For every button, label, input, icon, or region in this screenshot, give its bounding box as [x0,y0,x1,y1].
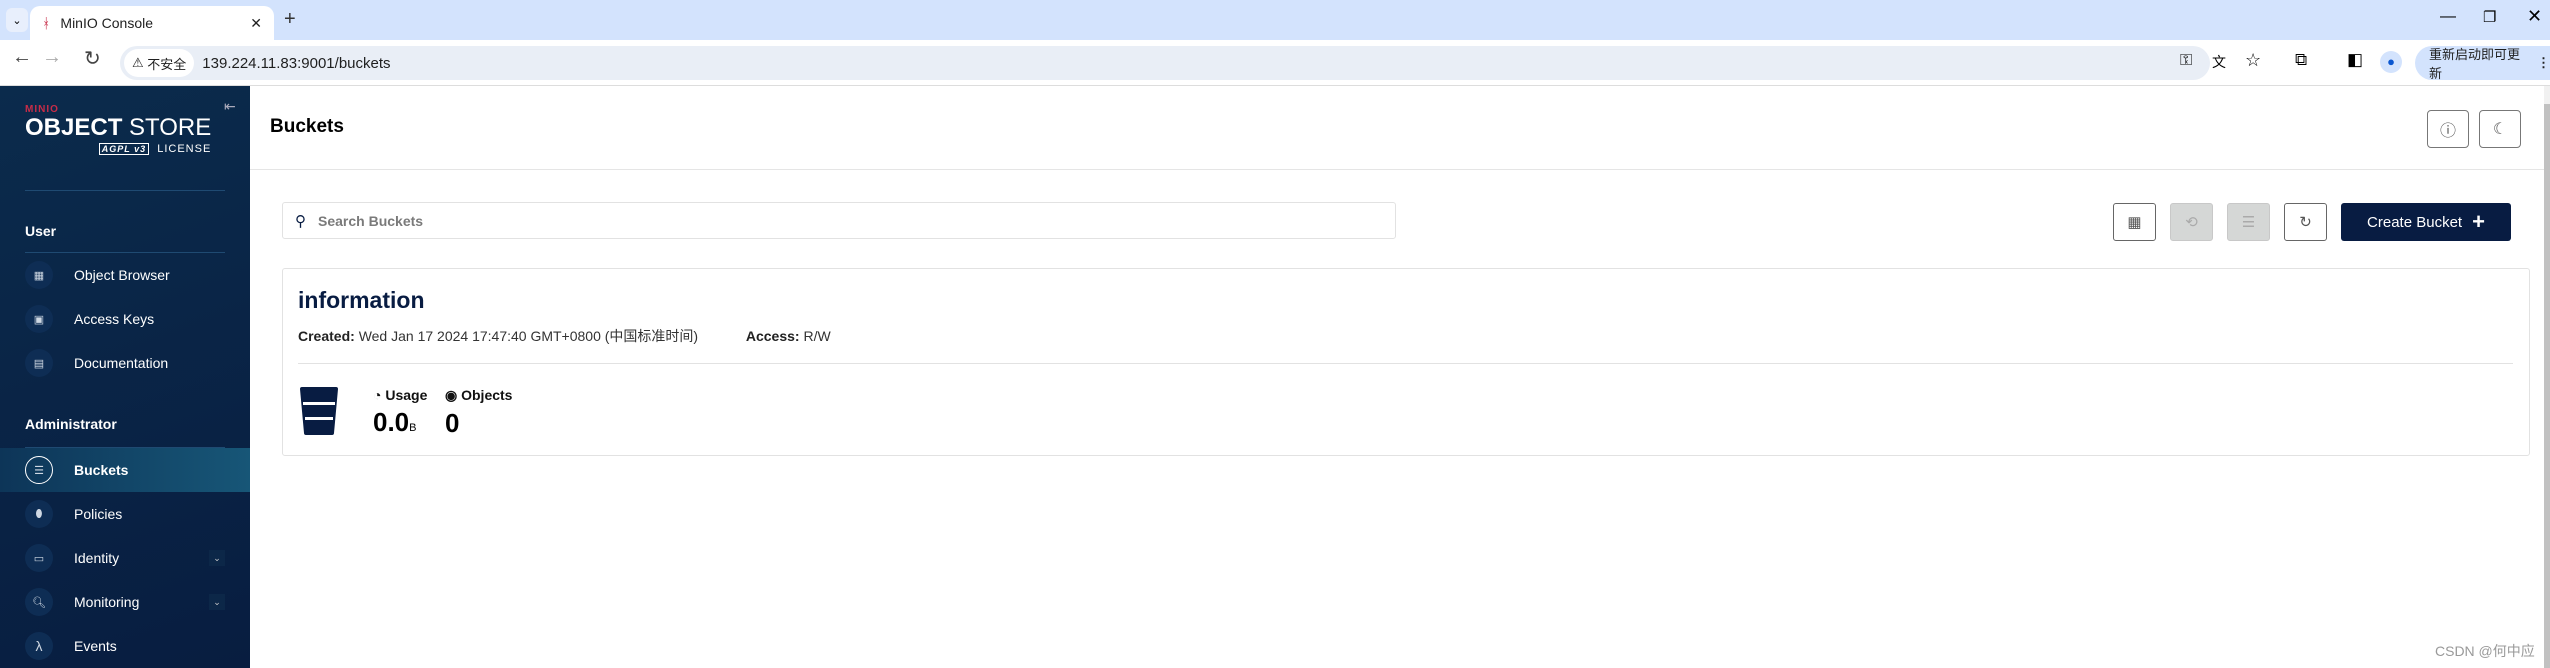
warning-icon: ⚠ [132,55,144,70]
sidebar-item-object-browser[interactable]: ▦ Object Browser [0,253,250,297]
created-date: Wed Jan 17 2024 17:47:40 GMT+0800 (中国标准时… [358,328,699,344]
profile-avatar[interactable]: ● [2380,51,2402,73]
side-panel-icon[interactable]: ◧ [2347,50,2363,70]
new-tab-button[interactable]: + [284,8,296,31]
help-button[interactable]: ⓘ [2427,110,2469,148]
back-icon[interactable]: ← [12,46,32,69]
moon-icon: ☾ [2492,121,2508,138]
browser-tab[interactable]: ᚼ MinIO Console ✕ [30,6,274,40]
key-icon[interactable]: ⚿ [2180,52,2192,70]
pie-chart-icon: ◔ [373,387,382,403]
plus-icon: + [2472,209,2485,234]
sidebar-item-policies[interactable]: ⬮ Policies [0,492,250,536]
card-divider [298,363,2513,364]
search-input[interactable] [318,212,1218,229]
address-bar[interactable]: ⚠ 不安全 139.224.11.83:9001/buckets [120,46,2210,80]
section-label-administrator: Administrator [25,416,117,432]
bucket-icon: ☰ [25,456,53,484]
page-title: Buckets [270,116,344,137]
bookmark-star-icon[interactable]: ☆ [2245,50,2261,71]
sidebar-item-documentation[interactable]: ▤ Documentation [0,341,250,385]
update-button[interactable]: 重新启动即可更新 ⋮ [2415,46,2550,81]
multi-bucket-icon: ☰ [2241,214,2256,231]
dark-mode-button[interactable]: ☾ [2479,110,2521,148]
sidebar-item-events[interactable]: λ Events [0,624,250,668]
chevron-down-icon[interactable]: ⌄ [209,550,225,566]
identity-icon: ▭ [25,544,53,572]
search-icon: ⚲ [295,212,306,230]
object-browser-icon: ▦ [25,261,53,289]
create-bucket-button[interactable]: Create Bucket + [2341,203,2511,241]
replication-button[interactable]: ⟲ [2170,203,2213,241]
translate-icon[interactable]: 文 [2212,52,2226,72]
scrollbar-thumb[interactable] [2544,104,2550,668]
section-label-user: User [25,223,57,239]
bucket-name[interactable]: information [298,287,425,314]
tab-list-button[interactable]: ⌄ [6,8,28,32]
close-window-button[interactable]: ✕ [2527,6,2542,27]
monitoring-icon: 🔍︎ [25,588,53,616]
security-indicator[interactable]: ⚠ 不安全 [124,49,195,77]
search-buckets-field[interactable]: ⚲ [282,202,1396,239]
lambda-icon: λ [25,632,53,660]
objects-stat: ◉ Objects 0 [445,387,513,438]
restore-button[interactable]: ❐ [2483,8,2496,26]
sidebar-item-access-keys[interactable]: ▣ Access Keys [0,297,250,341]
minio-favicon-icon: ᚼ [42,15,51,31]
policy-icon: ⬮ [25,500,53,528]
sync-icon: ⟲ [2185,214,2198,231]
bucket-card[interactable]: information Created: Wed Jan 17 2024 17:… [282,268,2530,456]
sidebar-item-identity[interactable]: ▭ Identity ⌄ [0,536,250,580]
grid-view-button[interactable]: ▦ [2113,203,2156,241]
grid-icon: ▦ [2127,214,2142,231]
watermark: CSDN @何中应 [2435,643,2535,659]
minimize-button[interactable]: — [2440,8,2456,26]
access-value: R/W [803,328,831,344]
sidebar: MINIO OBJECT STORE AGPL v3 LICENSE ⇤ Use… [0,86,250,668]
browser-tab-bar: ⌄ ᚼ MinIO Console ✕ + — ❐ ✕ [0,0,2550,40]
access-keys-icon: ▣ [25,305,53,333]
help-icon: ⓘ [2439,123,2456,140]
reload-icon[interactable]: ↻ [84,46,101,71]
bucket-meta: Created: Wed Jan 17 2024 17:47:40 GMT+08… [298,328,831,344]
scrollbar[interactable] [2544,86,2550,668]
refresh-icon: ↻ [2299,214,2312,231]
address-row: ← → ↻ ⚠ 不安全 139.224.11.83:9001/buckets ⚿… [0,40,2550,86]
usage-stat: ◔ Usage 0.0B [373,387,428,437]
delete-buckets-button[interactable]: ☰ [2227,203,2270,241]
url-text[interactable]: 139.224.11.83:9001/buckets [202,55,390,72]
refresh-button[interactable]: ↻ [2284,203,2327,241]
documentation-icon: ▤ [25,349,53,377]
bucket-large-icon [300,387,338,435]
page-header: Buckets ⓘ ☾ [250,86,2544,170]
forward-icon[interactable]: → [42,46,62,69]
close-tab-icon[interactable]: ✕ [250,15,262,32]
sidebar-item-monitoring[interactable]: 🔍︎ Monitoring ⌄ [0,580,250,624]
logo: MINIO OBJECT STORE AGPL v3 LICENSE [25,104,212,155]
chevron-down-icon[interactable]: ⌄ [209,594,225,610]
menu-dots-icon[interactable]: ⋮ [2537,55,2550,71]
sidebar-item-buckets[interactable]: ☰ Buckets [0,448,250,492]
collapse-sidebar-icon[interactable]: ⇤ [224,98,236,115]
extensions-icon[interactable]: ⧉ [2295,50,2307,70]
objects-icon: ◉ [445,387,458,403]
